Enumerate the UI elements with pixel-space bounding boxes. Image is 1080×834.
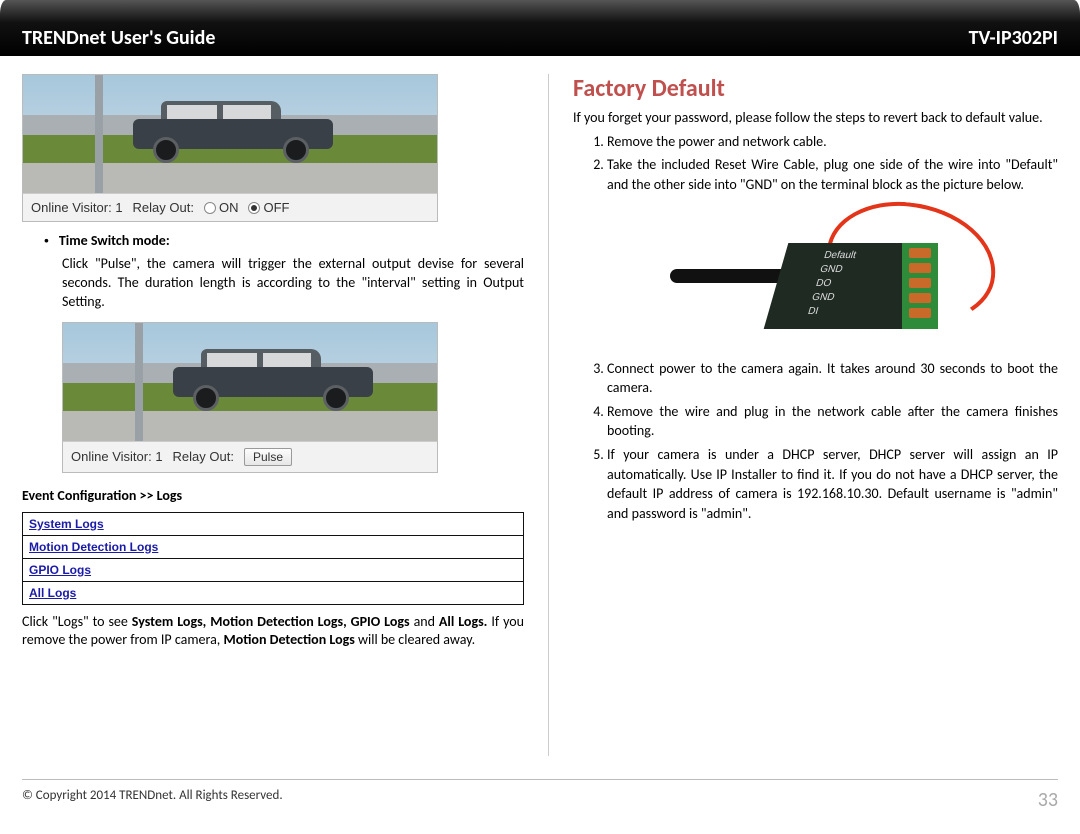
steps-list-cont: Connect power to the camera again. It ta… [573, 359, 1058, 524]
terminal-screws-icon [902, 243, 938, 329]
visitor-label: Online Visitor: 1 [71, 449, 163, 464]
right-column: Factory Default If you forget your passw… [573, 74, 1058, 756]
camera-image [63, 323, 437, 441]
relay-label: Relay Out: [133, 200, 194, 215]
camera-preview-onoff: Online Visitor: 1 Relay Out: ON OFF [22, 74, 438, 222]
guide-title: TRENDnet User's Guide [22, 26, 215, 50]
step-3: Connect power to the camera again. It ta… [607, 359, 1058, 398]
relay-on-radio[interactable]: ON [204, 200, 239, 215]
page-header: TRENDnet User's Guide TV-IP302PI [0, 0, 1080, 56]
log-link-motion[interactable]: Motion Detection Logs [29, 540, 158, 554]
step-4: Remove the wire and plug in the network … [607, 402, 1058, 441]
factory-default-heading: Factory Default [573, 74, 1058, 103]
cable-icon [670, 269, 790, 283]
step-2: Take the included Reset Wire Cable, plug… [607, 155, 1058, 194]
time-switch-title: Time Switch mode: [59, 232, 170, 251]
camera-image [23, 75, 437, 193]
status-bar: Online Visitor: 1 Relay Out: Pulse [63, 441, 437, 472]
step-5: If your camera is under a DHCP server, D… [607, 445, 1058, 523]
copyright: © Copyright 2014 TRENDnet. All Rights Re… [22, 788, 283, 812]
visitor-label: Online Visitor: 1 [31, 200, 123, 215]
model-number: TV-IP302PI [969, 26, 1058, 50]
page-number: 33 [1038, 788, 1058, 812]
column-separator [548, 74, 549, 756]
logs-paragraph: Click "Logs" to see System Logs, Motion … [22, 613, 524, 651]
left-column: Online Visitor: 1 Relay Out: ON OFF Time… [22, 74, 524, 756]
pulse-button[interactable]: Pulse [244, 448, 292, 466]
camera-preview-pulse: Online Visitor: 1 Relay Out: Pulse [62, 322, 438, 473]
relay-label: Relay Out: [173, 449, 234, 464]
logs-heading: Event Configuration >> Logs [22, 487, 524, 504]
relay-off-radio[interactable]: OFF [248, 200, 289, 215]
time-switch-body: Click "Pulse", the camera will trigger t… [62, 255, 524, 312]
log-link-system[interactable]: System Logs [29, 517, 104, 531]
steps-list: Remove the power and network cable. Take… [573, 132, 1058, 195]
log-link-all[interactable]: All Logs [29, 586, 76, 600]
log-link-gpio[interactable]: GPIO Logs [29, 563, 91, 577]
status-bar: Online Visitor: 1 Relay Out: ON OFF [23, 193, 437, 221]
factory-default-intro: If you forget your password, please foll… [573, 109, 1058, 128]
terminal-block-diagram: Default GND DO GND DI [666, 209, 966, 349]
logs-table: System Logs Motion Detection Logs GPIO L… [22, 512, 524, 605]
time-switch-bullet: Time Switch mode: [44, 232, 524, 251]
page-footer: © Copyright 2014 TRENDnet. All Rights Re… [22, 779, 1058, 812]
step-1: Remove the power and network cable. [607, 132, 1058, 152]
